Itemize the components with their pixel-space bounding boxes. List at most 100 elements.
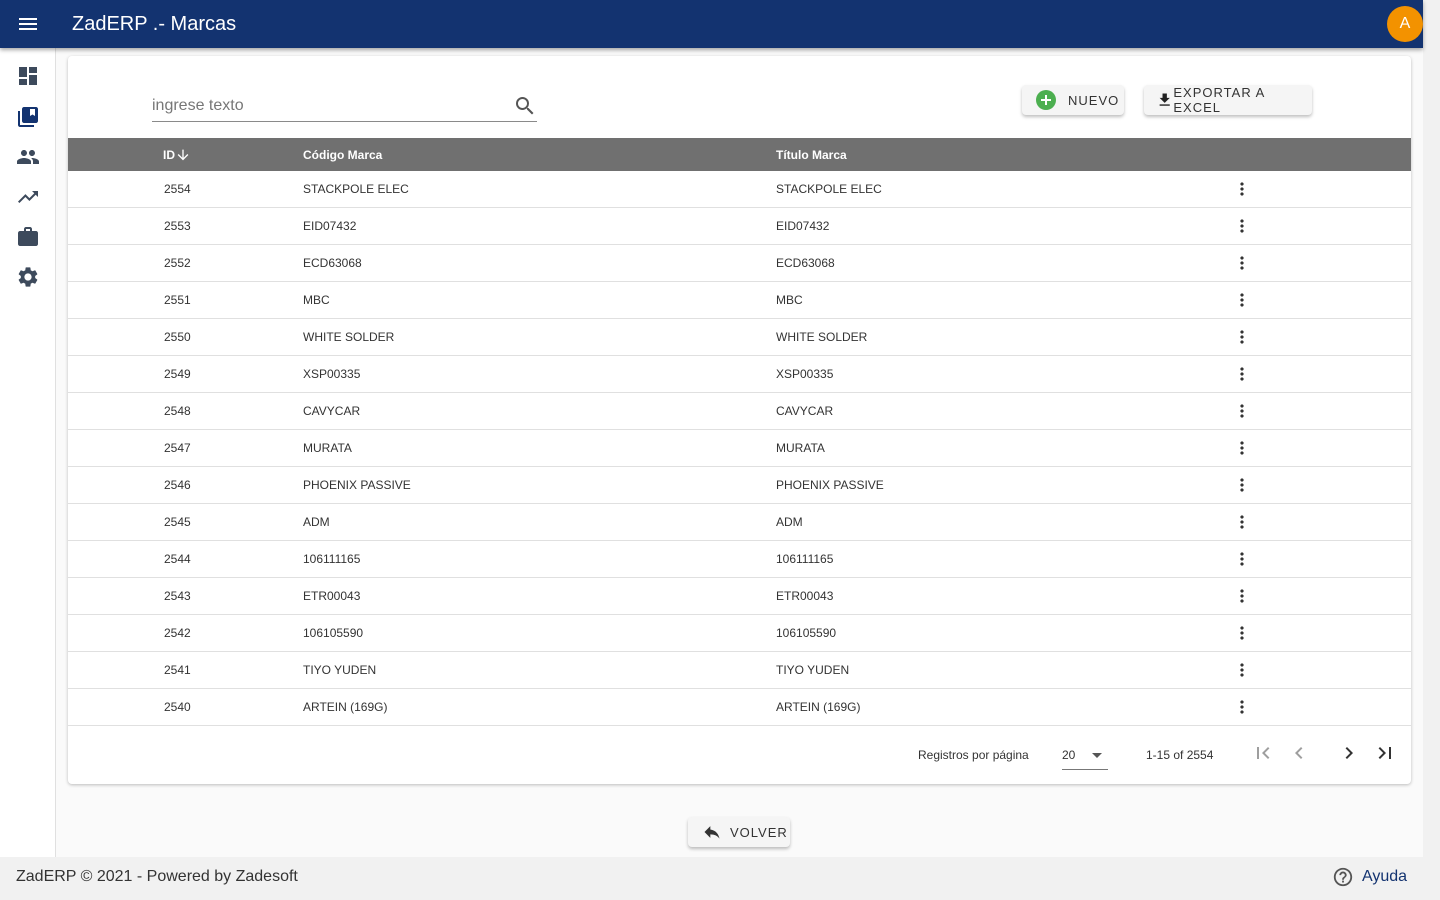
back-button-label: VOLVER: [730, 824, 788, 840]
search-input[interactable]: [152, 86, 492, 122]
cell-title: XSP00335: [776, 367, 834, 381]
cell-code: MURATA: [303, 441, 352, 455]
cell-id: 2551: [164, 293, 191, 307]
cell-title: MBC: [776, 293, 803, 307]
row-actions-button[interactable]: [1232, 208, 1252, 244]
row-actions-button[interactable]: [1232, 282, 1252, 318]
table-row[interactable]: 2543 ETR00043 ETR00043: [68, 578, 1411, 615]
sidebar-item-dashboard[interactable]: [16, 64, 40, 88]
more-vert-icon: [1240, 330, 1244, 344]
footer-copyright: ZadERP © 2021 - Powered by Zadesoft: [16, 868, 298, 885]
cell-code: WHITE SOLDER: [303, 330, 395, 344]
search-icon[interactable]: [513, 94, 537, 118]
trending-up-icon: [18, 191, 38, 203]
more-vert-icon: [1240, 256, 1244, 270]
last-page-icon: [1378, 747, 1391, 759]
table-row[interactable]: 2547 MURATA MURATA: [68, 430, 1411, 467]
page-title: ZadERP .- Marcas: [72, 12, 237, 35]
cell-code: ADM: [303, 515, 330, 529]
menu-button[interactable]: [0, 0, 56, 48]
cell-id: 2550: [164, 330, 191, 344]
export-excel-button[interactable]: EXPORTAR A EXCEL: [1144, 85, 1312, 115]
user-avatar[interactable]: A: [1387, 6, 1423, 42]
footer: ZadERP © 2021 - Powered by Zadesoft Ayud…: [0, 857, 1423, 900]
row-actions-button[interactable]: [1232, 245, 1252, 281]
more-vert-icon: [1240, 700, 1244, 714]
first-page-button[interactable]: [1251, 741, 1275, 765]
more-vert-icon: [1240, 626, 1244, 640]
table-row[interactable]: 2541 TIYO YUDEN TIYO YUDEN: [68, 652, 1411, 689]
more-vert-icon: [1240, 367, 1244, 381]
row-actions-button[interactable]: [1232, 652, 1252, 688]
cell-title: STACKPOLE ELEC: [776, 182, 882, 196]
cell-id: 2541: [164, 663, 191, 677]
cell-code: ARTEIN (169G): [303, 700, 388, 714]
brands-card: NUEVO EXPORTAR A EXCEL ID Código Marca T…: [68, 56, 1411, 784]
table-row[interactable]: 2550 WHITE SOLDER WHITE SOLDER: [68, 319, 1411, 356]
more-vert-icon: [1240, 293, 1244, 307]
download-icon: [1159, 93, 1170, 106]
column-header-id[interactable]: ID: [163, 138, 191, 171]
cell-title: CAVYCAR: [776, 404, 834, 418]
row-actions-button[interactable]: [1232, 504, 1252, 540]
rows-per-page-select[interactable]: 20: [1062, 740, 1108, 770]
page-scrollbar[interactable]: [1423, 0, 1440, 900]
table-row[interactable]: 2540 ARTEIN (169G) ARTEIN (169G): [68, 689, 1411, 726]
more-vert-icon: [1240, 404, 1244, 418]
row-actions-button[interactable]: [1232, 393, 1252, 429]
cell-title: WHITE SOLDER: [776, 330, 868, 344]
table-row[interactable]: 2551 MBC MBC: [68, 282, 1411, 319]
more-vert-icon: [1240, 515, 1244, 529]
library-books-icon: [18, 107, 38, 127]
row-actions-button[interactable]: [1232, 430, 1252, 466]
column-header-code[interactable]: Código Marca: [303, 138, 382, 171]
cell-code: ETR00043: [303, 589, 361, 603]
last-page-button[interactable]: [1373, 741, 1397, 765]
table-row[interactable]: 2548 CAVYCAR CAVYCAR: [68, 393, 1411, 430]
help-label: Ayuda: [1362, 868, 1408, 885]
table-row[interactable]: 2542 106105590 106105590: [68, 615, 1411, 652]
column-header-title[interactable]: Título Marca: [776, 138, 847, 171]
row-actions-button[interactable]: [1232, 578, 1252, 614]
cell-code: EID07432: [303, 219, 357, 233]
more-vert-icon: [1240, 219, 1244, 233]
row-actions-button[interactable]: [1232, 541, 1252, 577]
cell-code: STACKPOLE ELEC: [303, 182, 409, 196]
table-row[interactable]: 2554 STACKPOLE ELEC STACKPOLE ELEC: [68, 171, 1411, 208]
sidebar-item-settings[interactable]: [16, 265, 40, 289]
more-vert-icon: [1240, 441, 1244, 455]
next-page-button[interactable]: [1337, 741, 1361, 765]
table-row[interactable]: 2552 ECD63068 ECD63068: [68, 245, 1411, 282]
row-actions-button[interactable]: [1232, 615, 1252, 651]
row-actions-button[interactable]: [1232, 356, 1252, 392]
sidebar-item-business[interactable]: [16, 225, 40, 249]
reply-arrow-icon: [704, 826, 720, 839]
search-box: [152, 86, 537, 122]
new-button[interactable]: NUEVO: [1022, 85, 1124, 115]
table-row[interactable]: 2553 EID07432 EID07432: [68, 208, 1411, 245]
back-button[interactable]: VOLVER: [688, 817, 790, 847]
export-button-label: EXPORTAR A EXCEL: [1173, 85, 1265, 115]
table-row[interactable]: 2549 XSP00335 XSP00335: [68, 356, 1411, 393]
cell-code: ECD63068: [303, 256, 362, 270]
cell-title: ARTEIN (169G): [776, 700, 861, 714]
sidebar-item-users[interactable]: [16, 145, 40, 169]
sidebar-item-catalog[interactable]: [16, 105, 40, 129]
row-actions-button[interactable]: [1232, 319, 1252, 355]
row-actions-button[interactable]: [1232, 171, 1252, 207]
more-vert-icon: [1240, 182, 1244, 196]
row-actions-button[interactable]: [1232, 689, 1252, 725]
cell-id: 2544: [164, 552, 191, 566]
paginator: Registros por página 20 1-15 of 2554: [68, 726, 1411, 783]
arrow-down-icon: [177, 149, 189, 160]
cell-title: PHOENIX PASSIVE: [776, 478, 884, 492]
help-link[interactable]: Ayuda: [1332, 866, 1407, 888]
table-row[interactable]: 2545 ADM ADM: [68, 504, 1411, 541]
sidebar-item-reports[interactable]: [16, 185, 40, 209]
column-header-id-label: ID: [163, 147, 175, 162]
cell-code: PHOENIX PASSIVE: [303, 478, 411, 492]
row-actions-button[interactable]: [1232, 467, 1252, 503]
table-row[interactable]: 2544 106111165 106111165: [68, 541, 1411, 578]
table-row[interactable]: 2546 PHOENIX PASSIVE PHOENIX PASSIVE: [68, 467, 1411, 504]
previous-page-button[interactable]: [1287, 741, 1311, 765]
